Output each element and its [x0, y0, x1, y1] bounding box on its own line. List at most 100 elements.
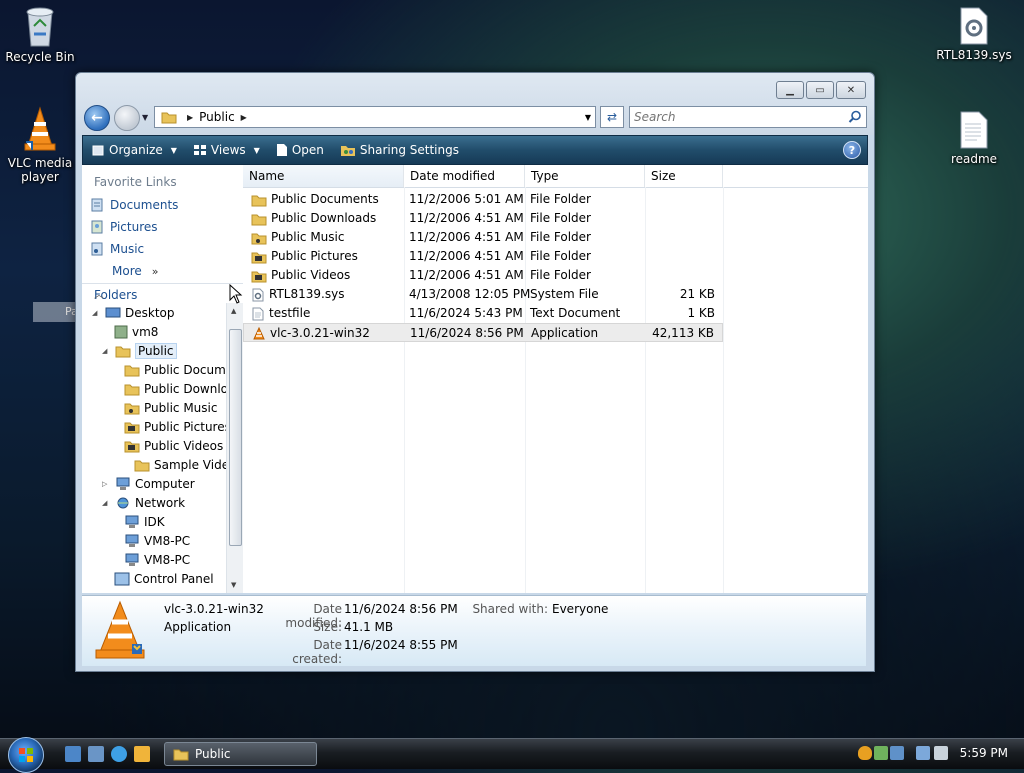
- media-player-icon[interactable]: [134, 746, 150, 762]
- nav-scrollbar[interactable]: ▲ ▼: [226, 303, 243, 593]
- maximize-button[interactable]: ▭: [806, 81, 834, 99]
- recent-pages-dropdown[interactable]: ▼: [142, 113, 148, 122]
- maximize-icon: ▭: [815, 84, 825, 96]
- tree-collapse-icon[interactable]: ◢: [92, 309, 101, 317]
- tree-item-vm8[interactable]: vm8: [114, 322, 158, 341]
- address-dropdown-icon[interactable]: ▼: [585, 113, 591, 122]
- tree-item-desktop[interactable]: ◢ Desktop: [92, 303, 175, 322]
- tree-item-control-panel[interactable]: Control Panel: [114, 569, 214, 588]
- details-size-value: 41.1 MB: [344, 620, 394, 634]
- chevron-up-icon: ︿: [94, 290, 104, 301]
- minimize-button[interactable]: ▁: [776, 81, 804, 99]
- scrollbar-thumb[interactable]: [229, 329, 242, 546]
- tree-item-vm8-pc[interactable]: VM8-PC: [124, 531, 190, 550]
- tree-item-network[interactable]: ◢ Network: [102, 493, 185, 512]
- breadcrumb-public[interactable]: Public: [199, 110, 235, 124]
- column-divider: [723, 187, 724, 593]
- security-shield-icon[interactable]: [858, 746, 872, 760]
- back-button[interactable]: ←: [84, 105, 110, 131]
- double-chevron-icon: »: [151, 264, 159, 278]
- views-button[interactable]: Views ▼: [185, 136, 268, 164]
- column-size[interactable]: Size: [645, 165, 723, 187]
- folders-header[interactable]: Folders ︿: [82, 283, 243, 304]
- tree-collapse-icon[interactable]: ◢: [102, 347, 111, 355]
- file-row[interactable]: testfile 11/6/2024 5:43 PM Text Document…: [243, 304, 723, 323]
- network-status-icon[interactable]: [916, 746, 930, 760]
- tree-item-public-videos[interactable]: Public Videos: [124, 436, 223, 455]
- tree-collapse-icon[interactable]: ◢: [102, 499, 111, 507]
- file-row[interactable]: Public Documents 11/2/2006 5:01 AM File …: [243, 190, 723, 209]
- volume-muted-icon[interactable]: [934, 746, 948, 760]
- details-shared-value: Everyone: [552, 602, 609, 616]
- network-tray-icon[interactable]: [874, 746, 888, 760]
- system-file-icon: [960, 7, 988, 45]
- chevron-down-icon: ▼: [170, 145, 177, 155]
- search-icon[interactable]: [848, 110, 862, 124]
- explorer-window[interactable]: ▁ ▭ ✕ ← ▼ ▶ Public ▶ ▼ ⇄ Organize: [75, 72, 875, 672]
- file-list: Name Date modified Type Size Public Docu…: [243, 165, 868, 593]
- computer-icon: [125, 534, 139, 547]
- caption-buttons: ▁ ▭ ✕: [776, 81, 866, 99]
- folder-videos-icon: [124, 441, 140, 452]
- device-tray-icon[interactable]: [890, 746, 904, 760]
- file-row[interactable]: Public Music 11/2/2006 4:51 AM File Fold…: [243, 228, 723, 247]
- file-row[interactable]: Public Videos 11/2/2006 4:51 AM File Fol…: [243, 266, 723, 285]
- tree-item-vm8-pc[interactable]: VM8-PC: [124, 550, 190, 569]
- details-size-label: Size:: [313, 620, 342, 634]
- user-folder-icon: [114, 325, 128, 338]
- column-name[interactable]: Name: [243, 165, 404, 187]
- address-bar[interactable]: ▶ Public ▶ ▼: [154, 106, 596, 128]
- folder-icon: [134, 460, 150, 471]
- folder-docs-icon: [124, 365, 140, 376]
- open-button[interactable]: Open: [268, 136, 332, 164]
- scroll-down-icon[interactable]: ▼: [231, 581, 236, 589]
- favorite-more[interactable]: More »: [112, 262, 158, 280]
- desktop-icon-readme[interactable]: readme: [934, 110, 1014, 166]
- help-button[interactable]: ?: [843, 141, 861, 159]
- forward-button[interactable]: [114, 105, 140, 131]
- tree-item-public[interactable]: ◢ Public: [102, 341, 177, 360]
- tree-expand-icon[interactable]: ▷: [102, 480, 111, 488]
- column-date-modified[interactable]: Date modified: [404, 165, 525, 187]
- close-button[interactable]: ✕: [836, 81, 866, 99]
- computer-icon: [125, 515, 139, 528]
- desktop-icon-rtl8139[interactable]: RTL8139.sys: [934, 6, 1014, 62]
- search-input[interactable]: [630, 109, 848, 125]
- favorite-music[interactable]: Music: [90, 240, 144, 258]
- breadcrumb-separator-icon[interactable]: ▶: [187, 113, 193, 122]
- clock[interactable]: 5:59 PM: [960, 746, 1008, 760]
- desktop-icon-vlc[interactable]: VLC media player: [0, 106, 80, 184]
- desktop-icon-recycle-bin[interactable]: Recycle Bin: [0, 4, 80, 64]
- switch-windows-icon[interactable]: [88, 746, 104, 762]
- column-type[interactable]: Type: [525, 165, 645, 187]
- favorite-pictures[interactable]: Pictures: [90, 218, 158, 236]
- sharing-settings-button[interactable]: Sharing Settings: [332, 136, 467, 164]
- navigation-pane: Favorite Links Documents Pictures Music …: [82, 165, 244, 593]
- show-desktop-icon[interactable]: [65, 746, 81, 762]
- close-icon: ✕: [846, 84, 856, 96]
- taskbar-button-public[interactable]: Public: [164, 742, 317, 766]
- scroll-up-icon[interactable]: ▲: [231, 307, 236, 315]
- minimize-icon: ▁: [786, 84, 794, 96]
- internet-explorer-icon[interactable]: [111, 746, 127, 762]
- tree-item-public-pictures[interactable]: Public Pictures: [124, 417, 231, 436]
- column-headers: Name Date modified Type Size: [243, 165, 868, 188]
- refresh-button[interactable]: ⇄: [600, 106, 624, 128]
- favorite-documents[interactable]: Documents: [90, 196, 178, 214]
- file-row[interactable]: Public Downloads 11/2/2006 4:51 AM File …: [243, 209, 723, 228]
- favorite-label: Music: [110, 242, 145, 256]
- recycle-bin-icon: [26, 7, 54, 47]
- organize-button[interactable]: Organize ▼: [83, 136, 185, 164]
- details-file-type: Application: [164, 620, 232, 634]
- details-date-created-label: Date created:: [292, 638, 342, 666]
- tree-item-computer[interactable]: ▷ Computer: [102, 474, 195, 493]
- file-row[interactable]: RTL8139.sys 4/13/2008 12:05 PM System Fi…: [243, 285, 723, 304]
- tree-item-public-music[interactable]: Public Music: [124, 398, 217, 417]
- file-row-selected[interactable]: vlc-3.0.21-win32 11/6/2024 8:56 PM Appli…: [243, 323, 723, 342]
- folder-pictures-icon: [251, 252, 267, 263]
- refresh-icon: ⇄: [606, 110, 618, 124]
- search-box[interactable]: [629, 106, 867, 128]
- file-row[interactable]: Public Pictures 11/2/2006 4:51 AM File F…: [243, 247, 723, 266]
- breadcrumb-separator-icon[interactable]: ▶: [241, 113, 247, 122]
- tree-item-idk[interactable]: IDK: [124, 512, 165, 531]
